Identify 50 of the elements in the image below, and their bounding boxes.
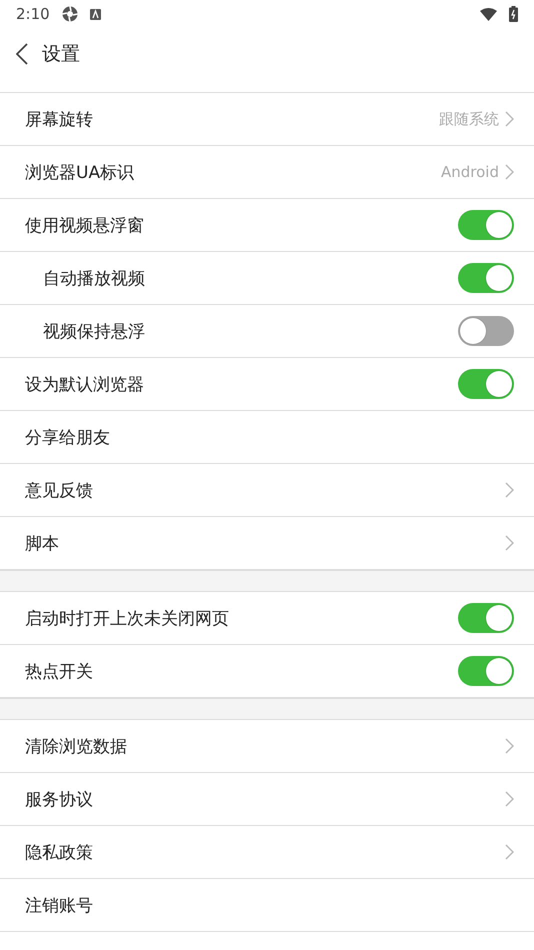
settings-row[interactable]: 自动播放视频 bbox=[0, 252, 534, 305]
chevron-right-icon bbox=[505, 111, 514, 127]
setting-label: 使用视频悬浮窗 bbox=[25, 214, 145, 236]
settings-row[interactable]: 设为默认浏览器 bbox=[0, 358, 534, 411]
setting-label: 服务协议 bbox=[25, 788, 94, 810]
setting-label: 意见反馈 bbox=[25, 480, 94, 502]
setting-label: 清除浏览数据 bbox=[25, 736, 128, 758]
setting-value: 跟随系统 bbox=[439, 110, 499, 128]
toggle-switch[interactable] bbox=[458, 603, 514, 633]
back-icon[interactable] bbox=[16, 43, 28, 65]
aperture-icon bbox=[62, 6, 78, 22]
settings-row[interactable]: 屏幕旋转 跟随系统 bbox=[0, 93, 534, 146]
setting-label: 启动时打开上次未关闭网页 bbox=[25, 608, 230, 630]
wifi-icon bbox=[480, 8, 497, 20]
setting-label: 隐私政策 bbox=[25, 842, 94, 864]
settings-row[interactable]: 清除浏览数据 bbox=[0, 720, 534, 773]
setting-label: 脚本 bbox=[25, 532, 60, 554]
settings-row[interactable]: 视频保持悬浮 bbox=[0, 305, 534, 358]
status-time: 2:10 bbox=[16, 5, 50, 23]
chevron-right-icon bbox=[505, 738, 514, 754]
chevron-right-icon bbox=[505, 791, 514, 807]
page-title: 设置 bbox=[42, 42, 80, 67]
chevron-right-icon bbox=[505, 482, 514, 498]
toggle-switch[interactable] bbox=[458, 656, 514, 686]
setting-label: 设为默认浏览器 bbox=[25, 374, 145, 396]
setting-label: 屏幕旋转 bbox=[25, 108, 94, 130]
setting-value: Android bbox=[441, 163, 499, 181]
toggle-switch[interactable] bbox=[458, 263, 514, 293]
setting-label: 自动播放视频 bbox=[43, 268, 146, 290]
chevron-right-icon bbox=[505, 844, 514, 860]
setting-label: 视频保持悬浮 bbox=[43, 320, 146, 342]
settings-row[interactable]: 分享给朋友 bbox=[0, 411, 534, 464]
chevron-right-icon bbox=[505, 535, 514, 551]
settings-row[interactable]: 服务协议 bbox=[0, 773, 534, 826]
chevron-right-icon bbox=[505, 164, 514, 180]
settings-row[interactable]: 使用视频悬浮窗 bbox=[0, 199, 534, 252]
settings-row[interactable]: 启动时打开上次未关闭网页 bbox=[0, 592, 534, 645]
settings-row[interactable]: 意见反馈 bbox=[0, 464, 534, 517]
setting-label: 浏览器UA标识 bbox=[25, 162, 136, 184]
battery-icon bbox=[509, 6, 518, 22]
setting-label: 热点开关 bbox=[25, 660, 94, 682]
setting-label: 分享给朋友 bbox=[25, 426, 111, 448]
settings-row[interactable]: 注销账号 bbox=[0, 879, 534, 932]
settings-row[interactable]: 隐私政策 bbox=[0, 826, 534, 879]
settings-row[interactable]: 浏览器UA标识 Android bbox=[0, 146, 534, 199]
toggle-switch[interactable] bbox=[458, 316, 514, 346]
setting-label: 注销账号 bbox=[25, 894, 94, 916]
toggle-switch[interactable] bbox=[458, 210, 514, 240]
toggle-switch[interactable] bbox=[458, 369, 514, 399]
notification-icon bbox=[90, 8, 101, 20]
